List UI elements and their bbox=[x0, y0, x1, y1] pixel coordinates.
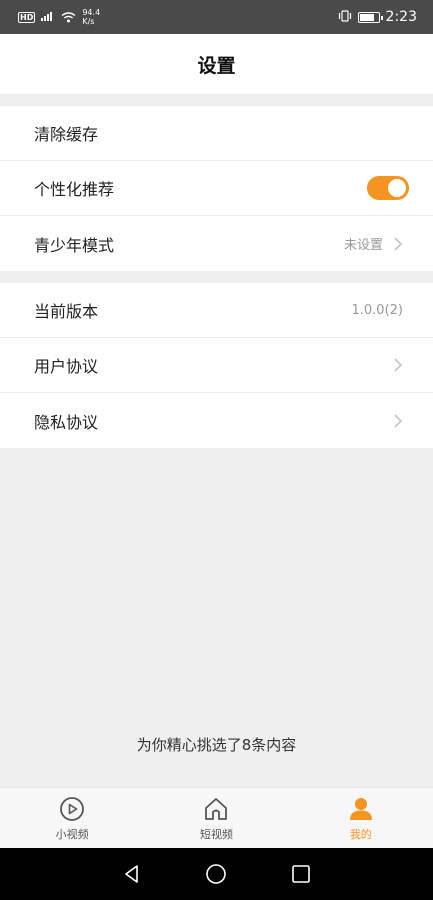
tab-video[interactable]: 短视频 bbox=[161, 795, 271, 842]
signal-icon bbox=[41, 11, 55, 24]
status-right: 2:23 bbox=[338, 9, 417, 25]
tab-mine[interactable]: 我的 bbox=[306, 795, 416, 842]
privacy-agreement-label: 隐私协议 bbox=[34, 412, 99, 432]
content-tip: 为你精心挑选了8条内容 bbox=[136, 736, 297, 754]
clear-cache-label: 清除缓存 bbox=[34, 125, 99, 144]
recents-icon[interactable] bbox=[290, 863, 312, 885]
vibrate-icon bbox=[338, 9, 352, 25]
page-header: 设置 bbox=[0, 34, 433, 94]
version-row: 当前版本 1.0.0(2) bbox=[0, 283, 433, 338]
user-agreement-row[interactable]: 用户协议 bbox=[0, 338, 433, 393]
play-circle-icon bbox=[60, 796, 85, 821]
version-value: 1.0.0(2) bbox=[351, 302, 404, 318]
network-speed: 94.4 K/s bbox=[82, 8, 100, 26]
user-agreement-label: 用户协议 bbox=[34, 357, 99, 376]
settings-group-general: 清除缓存 个性化推荐 青少年模式 未设置 bbox=[0, 106, 433, 271]
tab-label: 我的 bbox=[349, 827, 372, 841]
teen-mode-right: 未设置 bbox=[344, 234, 403, 253]
network-speed-unit: K/s bbox=[82, 17, 95, 26]
version-label: 当前版本 bbox=[34, 302, 99, 321]
wifi-icon bbox=[61, 8, 76, 27]
status-left: HD 94.4 K/s bbox=[18, 8, 100, 27]
home-icon bbox=[205, 797, 228, 820]
chevron-right-icon bbox=[394, 236, 403, 251]
personalized-recommend-row: 个性化推荐 bbox=[0, 161, 433, 216]
chevron-right-icon bbox=[394, 358, 403, 372]
bottom-tab-bar: 小视频 短视频 我的 bbox=[0, 787, 433, 848]
battery-level bbox=[359, 13, 374, 21]
tab-label: 短视频 bbox=[199, 827, 233, 841]
hd-indicator: HD bbox=[18, 11, 36, 23]
system-nav-bar bbox=[0, 848, 433, 900]
chevron-right-icon bbox=[394, 413, 403, 428]
page-title: 设置 bbox=[197, 54, 236, 77]
tab-short-video[interactable]: 小视频 bbox=[17, 795, 127, 842]
toggle-knob bbox=[388, 179, 406, 197]
privacy-agreement-row[interactable]: 隐私协议 bbox=[0, 393, 433, 448]
settings-group-about: 当前版本 1.0.0(2) 用户协议 隐私协议 bbox=[0, 283, 433, 448]
clear-cache-row[interactable]: 清除缓存 bbox=[0, 106, 433, 161]
teen-mode-row[interactable]: 青少年模式 未设置 bbox=[0, 216, 433, 271]
back-icon[interactable] bbox=[121, 863, 143, 885]
person-icon bbox=[349, 797, 372, 820]
clock: 2:23 bbox=[385, 9, 417, 25]
tab-label: 小视频 bbox=[55, 827, 89, 841]
teen-mode-value: 未设置 bbox=[343, 238, 383, 253]
teen-mode-label: 青少年模式 bbox=[34, 235, 115, 255]
home-button-icon[interactable] bbox=[205, 863, 227, 885]
personalized-recommend-label: 个性化推荐 bbox=[34, 180, 115, 199]
status-bar: HD 94.4 K/s 2:23 bbox=[0, 0, 433, 34]
network-speed-value: 94.4 bbox=[82, 8, 101, 17]
battery-icon bbox=[357, 11, 383, 23]
personalized-recommend-toggle[interactable] bbox=[367, 176, 409, 200]
